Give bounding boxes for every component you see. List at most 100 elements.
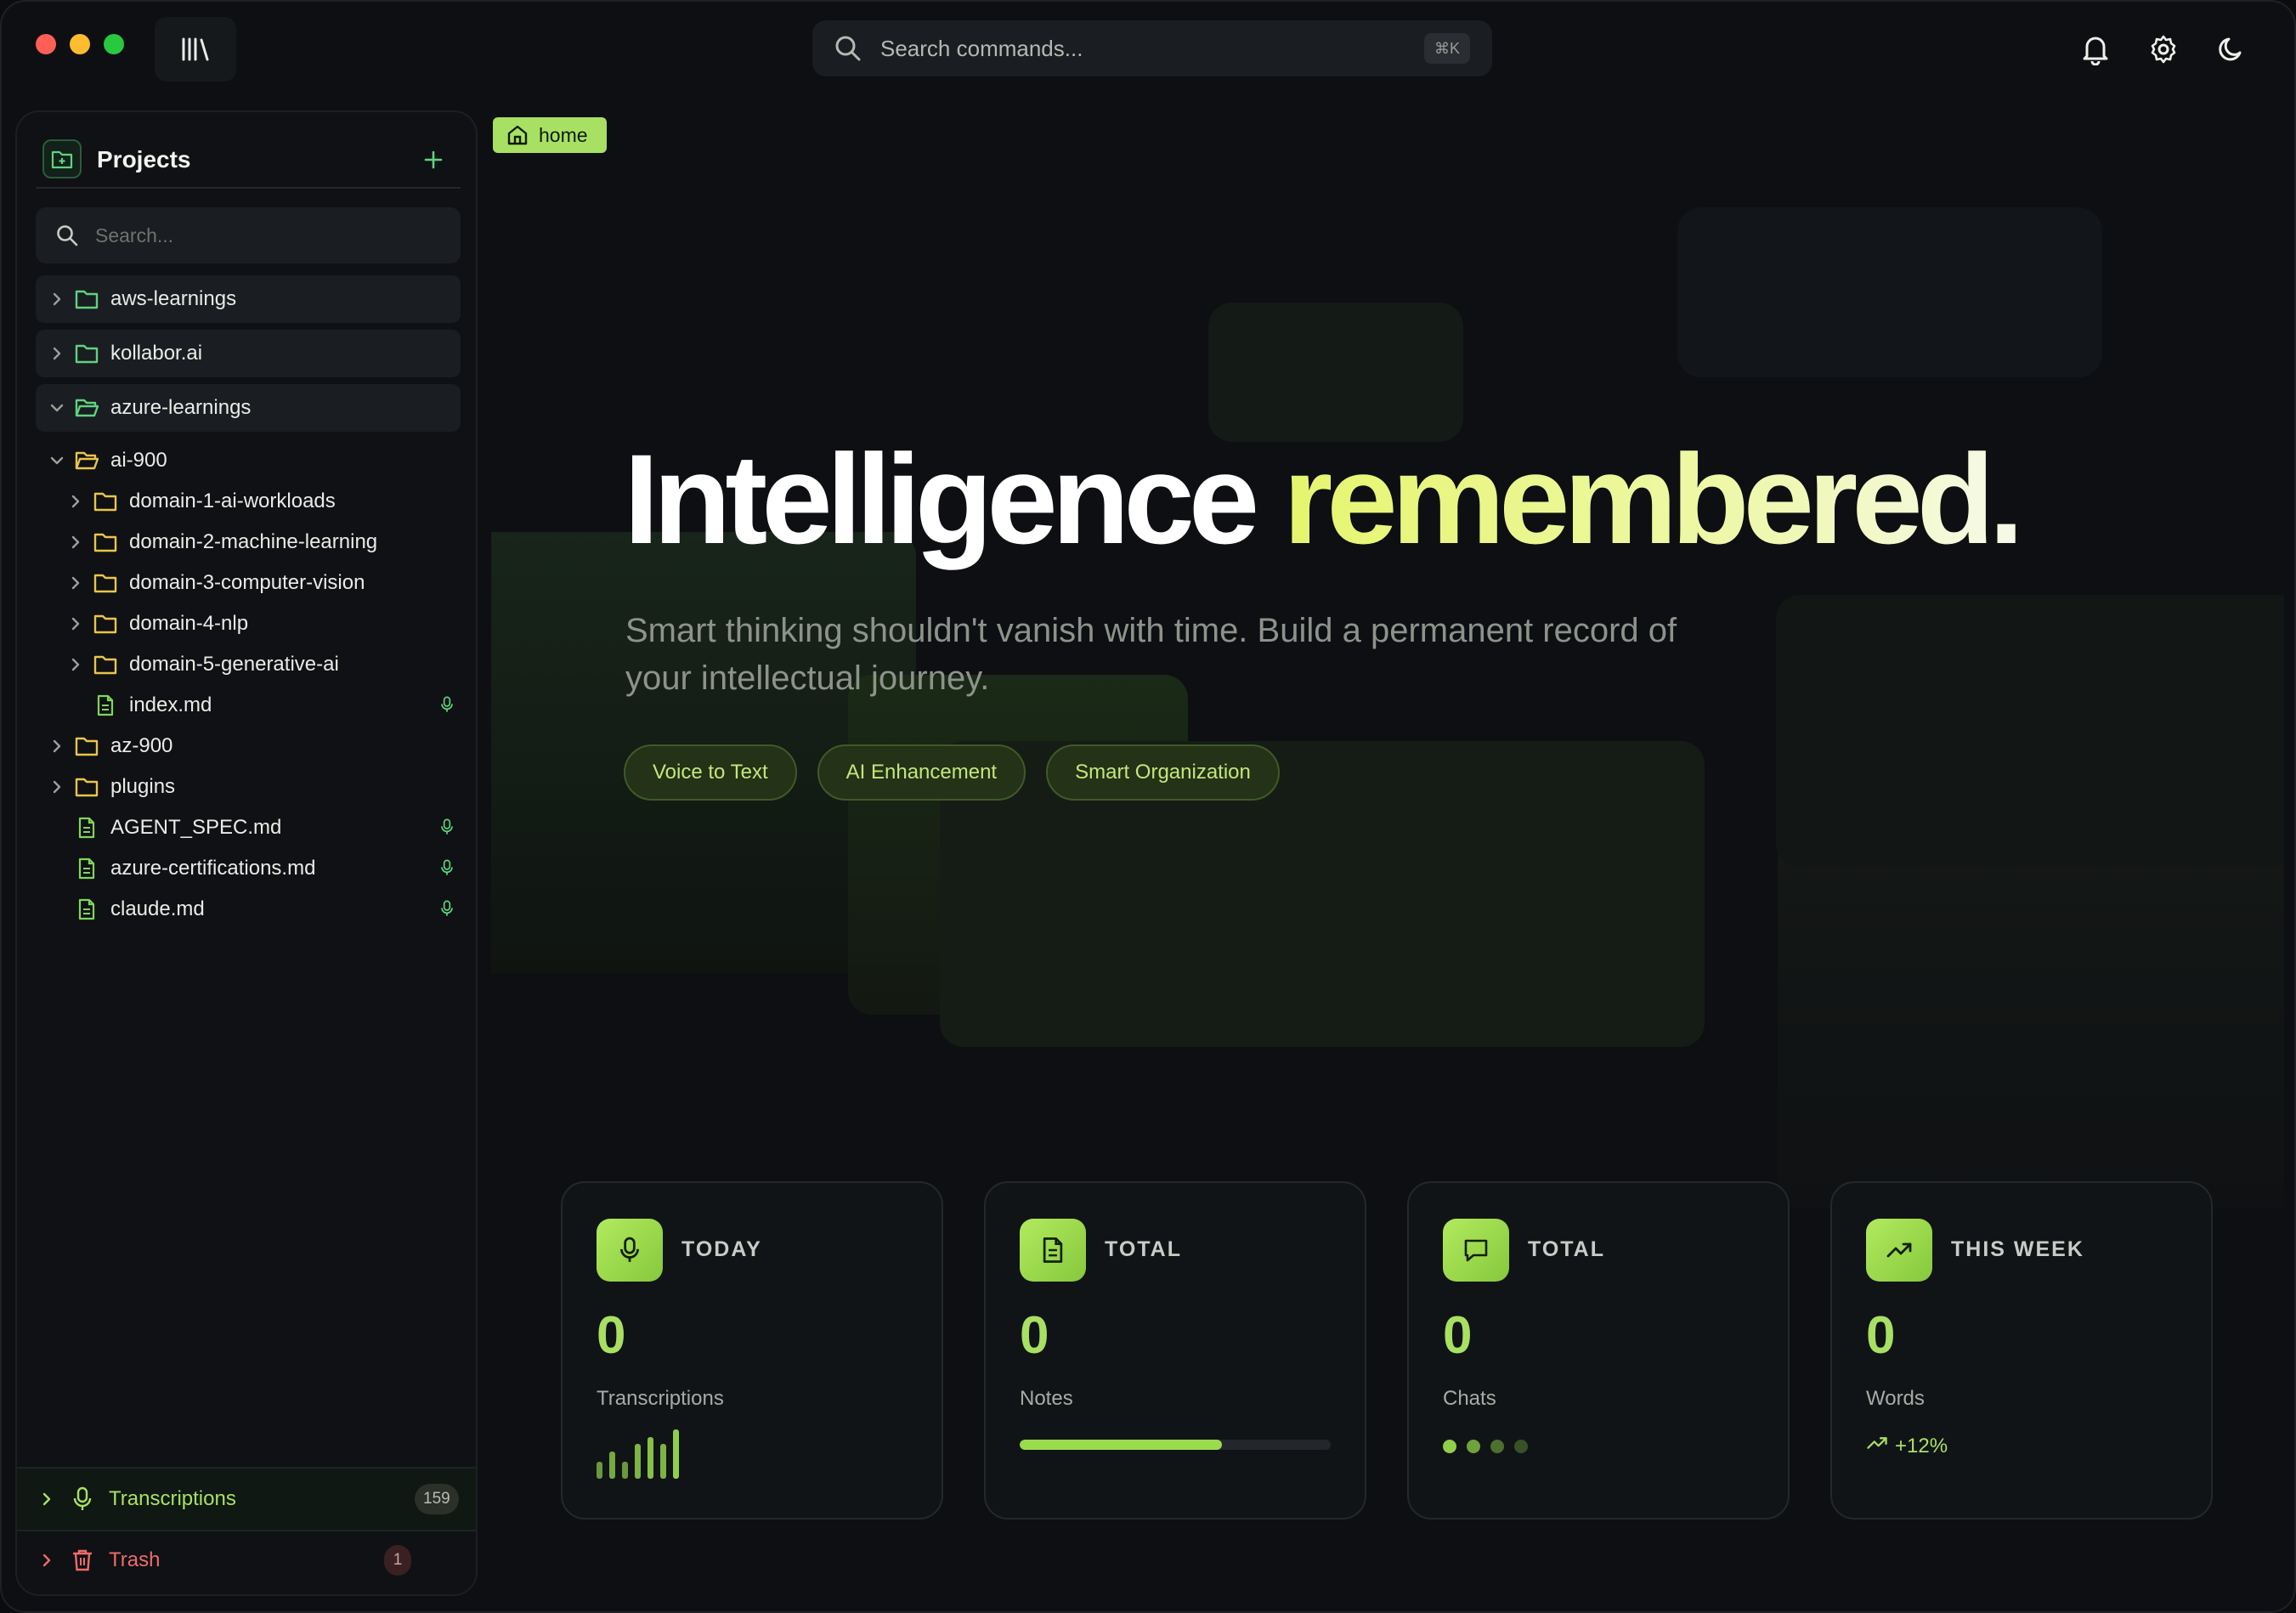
trash-label: Trash	[109, 1548, 161, 1571]
folder-icon	[75, 287, 99, 311]
activity-dot	[1490, 1440, 1504, 1453]
tree-item-label: domain-3-computer-vision	[129, 571, 365, 594]
trend-indicator: +12%	[1866, 1435, 1948, 1458]
tree-folder[interactable]: domain-4-nlp	[36, 603, 461, 644]
document-icon	[1020, 1219, 1086, 1282]
tree-folder[interactable]: az-900	[36, 726, 461, 767]
tree-file[interactable]: claude.md	[36, 889, 461, 930]
feature-pill[interactable]: AI Enhancement	[817, 744, 1026, 801]
stat-card[interactable]: TOTAL 0 Notes	[984, 1181, 1366, 1520]
tree-folder[interactable]: domain-3-computer-vision	[36, 563, 461, 603]
tree-folder[interactable]: domain-5-generative-ai	[36, 644, 461, 685]
mini-bar-chart	[597, 1429, 679, 1479]
chevron-right-icon	[48, 778, 66, 796]
main-content: home Intelligence remembered. Smart thin…	[491, 102, 2284, 1606]
chevron-down-icon	[48, 399, 66, 417]
breadcrumb-label: home	[539, 123, 588, 146]
bg-shape	[1677, 207, 2102, 377]
tree-folder[interactable]: domain-1-ai-workloads	[36, 481, 461, 522]
minimize-window-button[interactable]	[70, 34, 90, 54]
chevron-right-icon	[37, 1551, 56, 1570]
folder-icon	[75, 775, 99, 799]
stat-period: TOTAL	[1528, 1237, 1606, 1261]
feature-pill[interactable]: Voice to Text	[624, 744, 797, 801]
sidebar-search[interactable]	[36, 207, 461, 263]
tree-file[interactable]: azure-certifications.md	[36, 848, 461, 889]
tree-item-label: domain-1-ai-workloads	[129, 490, 336, 512]
transcriptions-section[interactable]: Transcriptions 159	[17, 1467, 476, 1531]
hero-title-main: Intelligence	[624, 427, 1259, 570]
folder-label: azure-learnings	[110, 396, 252, 419]
trash-icon	[70, 1548, 95, 1573]
feature-pill[interactable]: Smart Organization	[1046, 744, 1280, 801]
bg-shape	[1208, 303, 1463, 442]
hero-title-accent: remembered.	[1282, 427, 2024, 570]
tree-item-label: domain-2-machine-learning	[129, 530, 378, 553]
mic-icon[interactable]	[440, 818, 459, 838]
stat-card[interactable]: THIS WEEK 0 Words +12%	[1830, 1181, 2213, 1520]
stat-card[interactable]: TOTAL 0 Chats	[1407, 1181, 1790, 1520]
file-icon	[75, 857, 99, 880]
activity-dot	[1514, 1440, 1528, 1453]
project-folder[interactable]: aws-learnings	[36, 275, 461, 323]
project-folder[interactable]: azure-learnings	[36, 384, 461, 432]
trash-section[interactable]: Trash 1	[17, 1530, 476, 1591]
project-folder[interactable]: kollabor.ai	[36, 330, 461, 377]
close-window-button[interactable]	[36, 34, 56, 54]
breadcrumb-home[interactable]: home	[493, 117, 607, 153]
tree-item-label: ai-900	[110, 449, 167, 472]
mic-icon[interactable]	[440, 899, 459, 920]
plus-icon	[424, 150, 443, 169]
sidebar-title: Projects	[97, 146, 191, 173]
tree-folder[interactable]: domain-2-machine-learning	[36, 522, 461, 563]
stat-card[interactable]: TODAY 0 Transcriptions	[561, 1181, 943, 1520]
bell-icon[interactable]	[2077, 31, 2114, 68]
sidebar-search-input[interactable]	[93, 223, 454, 248]
transcriptions-label: Transcriptions	[109, 1487, 236, 1510]
tree-item-label: AGENT_SPEC.md	[110, 816, 282, 839]
mini-bar	[660, 1444, 666, 1479]
mic-icon[interactable]	[440, 858, 459, 879]
file-icon	[93, 693, 117, 717]
tree-item-label: domain-5-generative-ai	[129, 653, 339, 676]
mini-bar	[609, 1452, 615, 1479]
command-search[interactable]: ⌘K	[812, 20, 1492, 76]
maximize-window-button[interactable]	[104, 34, 124, 54]
add-project-button[interactable]	[418, 144, 449, 175]
stat-value: 0	[1443, 1306, 1473, 1365]
tree-file[interactable]: AGENT_SPEC.md	[36, 807, 461, 848]
moon-icon[interactable]	[2213, 31, 2250, 68]
mini-bar	[673, 1429, 679, 1479]
tree-item-label: claude.md	[110, 897, 205, 920]
trash-count-badge: 1	[384, 1545, 411, 1576]
chevron-right-icon	[66, 614, 85, 633]
stat-label: Chats	[1443, 1387, 1496, 1410]
hero-title: Intelligence remembered.	[624, 435, 2024, 563]
tree-item-label: azure-certifications.md	[110, 857, 316, 880]
project-tree: aws-learnings kollabor.ai azure-learnings a…	[36, 275, 461, 930]
chevron-right-icon	[48, 290, 66, 308]
tree-item-label: index.md	[129, 693, 212, 716]
tree-file[interactable]: index.md	[36, 685, 461, 726]
search-icon	[833, 33, 863, 64]
tree-folder[interactable]: ai-900	[36, 440, 461, 481]
folder-label: kollabor.ai	[110, 342, 203, 365]
tree-folder[interactable]: plugins	[36, 767, 461, 807]
tree-item-label: domain-4-nlp	[129, 612, 249, 635]
chevron-right-icon	[66, 533, 85, 552]
bg-shape	[1776, 595, 2284, 867]
folder-icon	[93, 653, 117, 676]
file-icon	[75, 816, 99, 840]
stat-label: Transcriptions	[597, 1387, 724, 1410]
command-search-input[interactable]	[879, 34, 1392, 63]
gear-icon[interactable]	[2145, 31, 2182, 68]
library-button[interactable]	[155, 17, 236, 82]
stat-label: Words	[1866, 1387, 1925, 1410]
mic-icon[interactable]	[440, 695, 459, 716]
trending-up-icon	[1866, 1219, 1932, 1282]
stat-value: 0	[597, 1306, 626, 1365]
activity-dots	[1443, 1440, 1528, 1453]
library-icon	[180, 36, 211, 63]
